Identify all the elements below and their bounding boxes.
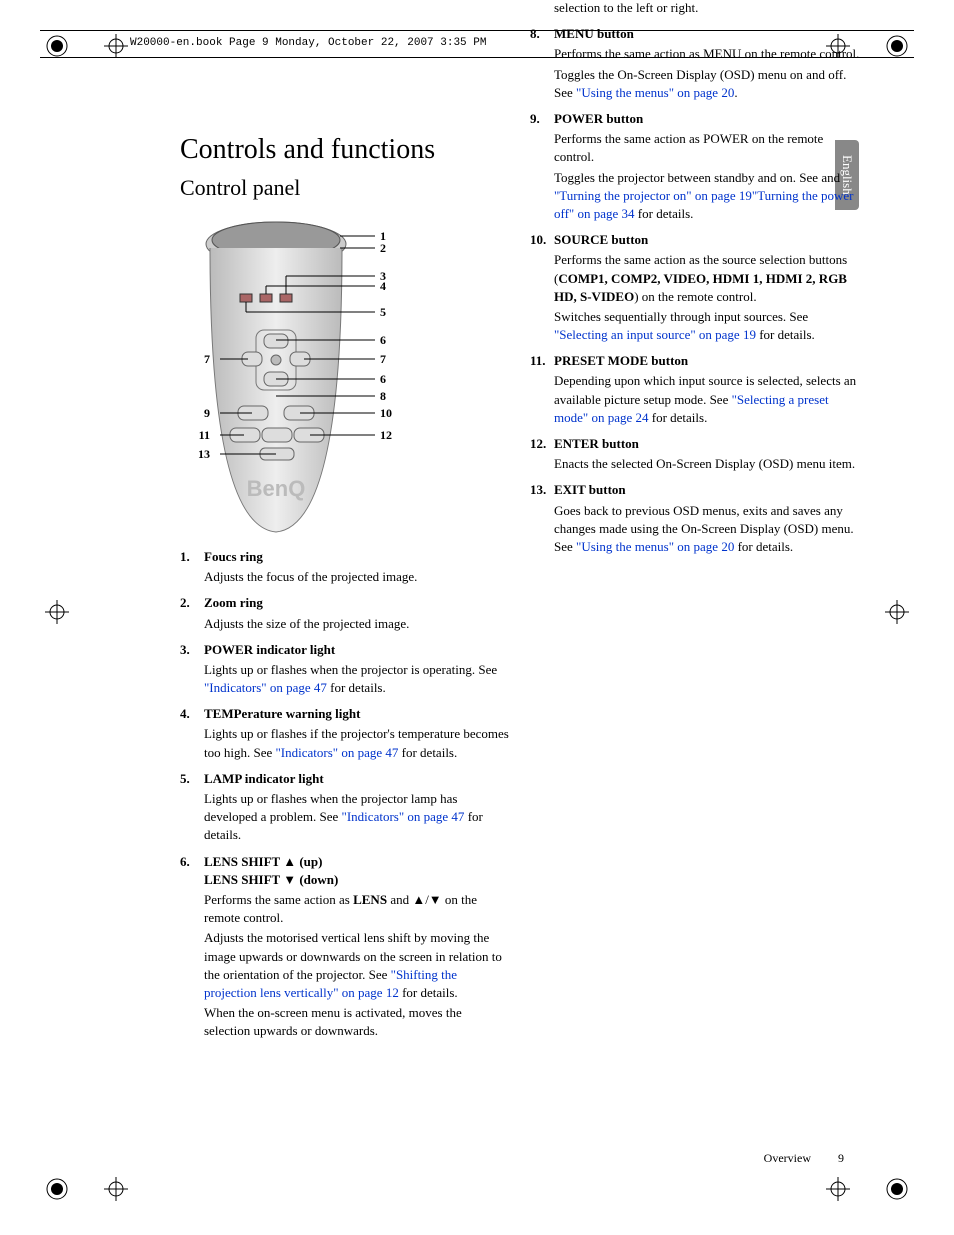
crop-mark-icon xyxy=(104,1177,128,1201)
crop-mark-icon xyxy=(826,1177,850,1201)
item-paragraph: Adjusts the focus of the projected image… xyxy=(204,568,510,586)
cross-reference-link[interactable]: "Indicators" on page 47 xyxy=(342,809,465,824)
list-item: 12.ENTER button Enacts the selected On-Sc… xyxy=(530,435,860,473)
item-number: 10. xyxy=(530,231,554,344)
item-title: EXIT button xyxy=(554,481,860,499)
item-number: 2. xyxy=(180,594,204,632)
list-item: 10.SOURCE button Performs the same action… xyxy=(530,231,860,344)
list-item: 13.EXIT button Goes back to previous OSD … xyxy=(530,481,860,556)
item-paragraph: When the on-screen menu is activated, mo… xyxy=(204,1004,510,1040)
item-paragraph: Enacts the selected On-Screen Display (O… xyxy=(554,455,860,473)
crop-mark-icon xyxy=(45,1177,69,1201)
item-paragraph: Depending upon which input source is sel… xyxy=(554,372,860,427)
svg-text:7: 7 xyxy=(204,352,210,366)
item-number: 3. xyxy=(180,641,204,698)
item-title: SOURCE button xyxy=(554,231,860,249)
svg-text:10: 10 xyxy=(380,406,392,420)
list-item: 6.LENS SHIFT ▲ (up)LENS SHIFT ▼ (down) Pe… xyxy=(180,853,510,1041)
svg-text:8: 8 xyxy=(380,389,386,403)
item-paragraph: Adjusts the motorised vertical lens shif… xyxy=(204,929,510,1002)
list-item: 3.POWER indicator light Lights up or flas… xyxy=(180,641,510,698)
svg-text:4: 4 xyxy=(380,279,386,293)
item-number: 12. xyxy=(530,435,554,473)
item-title: LAMP indicator light xyxy=(204,770,510,788)
svg-text:7: 7 xyxy=(380,352,386,366)
item-title: Zoom ring xyxy=(204,594,510,612)
svg-text:13: 13 xyxy=(198,447,210,461)
bold-text: LENS xyxy=(353,892,387,907)
footer-section: Overview xyxy=(764,1151,811,1165)
item-number: 6. xyxy=(180,853,204,1041)
item-number: 8. xyxy=(530,25,554,102)
item-paragraph: Lights up or flashes when the projector … xyxy=(204,661,510,697)
brand-logo: BenQ xyxy=(247,476,306,501)
item-title: POWER indicator light xyxy=(204,641,510,659)
list-item: 4.TEMPerature warning light Lights up or … xyxy=(180,705,510,762)
cross-reference-link[interactable]: "Indicators" on page 47 xyxy=(204,680,327,695)
item-number: 4. xyxy=(180,705,204,762)
svg-text:2: 2 xyxy=(380,241,386,255)
control-panel-diagram: BenQ 1 2 3 4 5 6 7 7 6 8 9 10 xyxy=(180,216,400,536)
list-item: 11.PRESET MODE button Depending upon whic… xyxy=(530,352,860,427)
item-paragraph: Adjusts the size of the projected image. xyxy=(204,615,510,633)
item-title: Foucs ring xyxy=(204,548,510,566)
item-paragraph: Performs the same action as the source s… xyxy=(554,251,860,306)
crop-mark-icon xyxy=(885,1177,909,1201)
item-number: 1. xyxy=(180,548,204,586)
item-number: 7. xyxy=(530,0,554,17)
footer-page-number: 9 xyxy=(838,1150,844,1167)
list-item: 1.Foucs ring Adjusts the focus of the pro… xyxy=(180,548,510,586)
item-paragraph: Toggles the On-Screen Display (OSD) menu… xyxy=(554,66,860,102)
item-title: POWER button xyxy=(554,110,860,128)
list-item: 9.POWER button Performs the same action a… xyxy=(530,110,860,223)
crop-mark-icon xyxy=(885,600,909,624)
list-item: 2.Zoom ring Adjusts the size of the proje… xyxy=(180,594,510,632)
item-title: MENU button xyxy=(554,25,860,43)
list-item: 7.Keystone ◻ / Left-arrow ◀ buttonKeysto… xyxy=(530,0,860,17)
item-number: 11. xyxy=(530,352,554,427)
header-crop-text: W20000-en.book Page 9 Monday, October 22… xyxy=(130,36,486,51)
item-paragraph: Lights up or flashes when the projector … xyxy=(204,790,510,845)
cross-reference-link[interactable]: "Selecting a preset mode" on page 24 xyxy=(554,392,829,425)
item-paragraph: Switches sequentially through input sour… xyxy=(554,308,860,344)
cross-reference-link[interactable]: "Selecting an input source" on page 19 xyxy=(554,327,756,342)
svg-text:11: 11 xyxy=(199,428,210,442)
svg-text:5: 5 xyxy=(380,305,386,319)
svg-text:12: 12 xyxy=(380,428,392,442)
item-paragraph: Lights up or flashes if the projector's … xyxy=(204,725,510,761)
item-title: LENS SHIFT ▼ (down) xyxy=(204,871,510,889)
page-footer: Overview 9 xyxy=(764,1150,844,1167)
item-title: TEMPerature warning light xyxy=(204,705,510,723)
svg-text:6: 6 xyxy=(380,372,386,386)
cross-reference-link[interactable]: "Indicators" on page 47 xyxy=(276,745,399,760)
list-item: 5.LAMP indicator light Lights up or flash… xyxy=(180,770,510,845)
item-paragraph: Goes back to previous OSD menus, exits a… xyxy=(554,502,860,557)
item-paragraph: Toggles the projector between standby an… xyxy=(554,169,860,224)
crop-mark-icon xyxy=(45,600,69,624)
bold-text: COMP1, COMP2, VIDEO, HDMI 1, HDMI 2, RGB… xyxy=(554,271,847,304)
item-number: 13. xyxy=(530,481,554,556)
svg-text:6: 6 xyxy=(380,333,386,347)
cross-reference-link[interactable]: "Shifting the projection lens vertically… xyxy=(204,967,457,1000)
item-number: 9. xyxy=(530,110,554,223)
item-paragraph: When the on-screen menu is activated, mo… xyxy=(554,0,860,17)
svg-text:9: 9 xyxy=(204,406,210,420)
item-paragraph: Performs the same action as POWER on the… xyxy=(554,130,860,166)
item-title: LENS SHIFT ▲ (up) xyxy=(204,853,510,871)
cross-reference-link[interactable]: "Turning the projector on" on page 19 xyxy=(554,188,752,203)
item-paragraph: Performs the same action as LENS and ▲/▼… xyxy=(204,891,510,927)
item-paragraph: Performs the same action as MENU on the … xyxy=(554,45,860,63)
cross-reference-link[interactable]: "Using the menus" on page 20 xyxy=(576,539,734,554)
list-item: 8.MENU button Performs the same action as… xyxy=(530,25,860,102)
item-title: ENTER button xyxy=(554,435,860,453)
item-number: 5. xyxy=(180,770,204,845)
item-title: PRESET MODE button xyxy=(554,352,860,370)
cross-reference-link[interactable]: "Using the menus" on page 20 xyxy=(576,85,734,100)
